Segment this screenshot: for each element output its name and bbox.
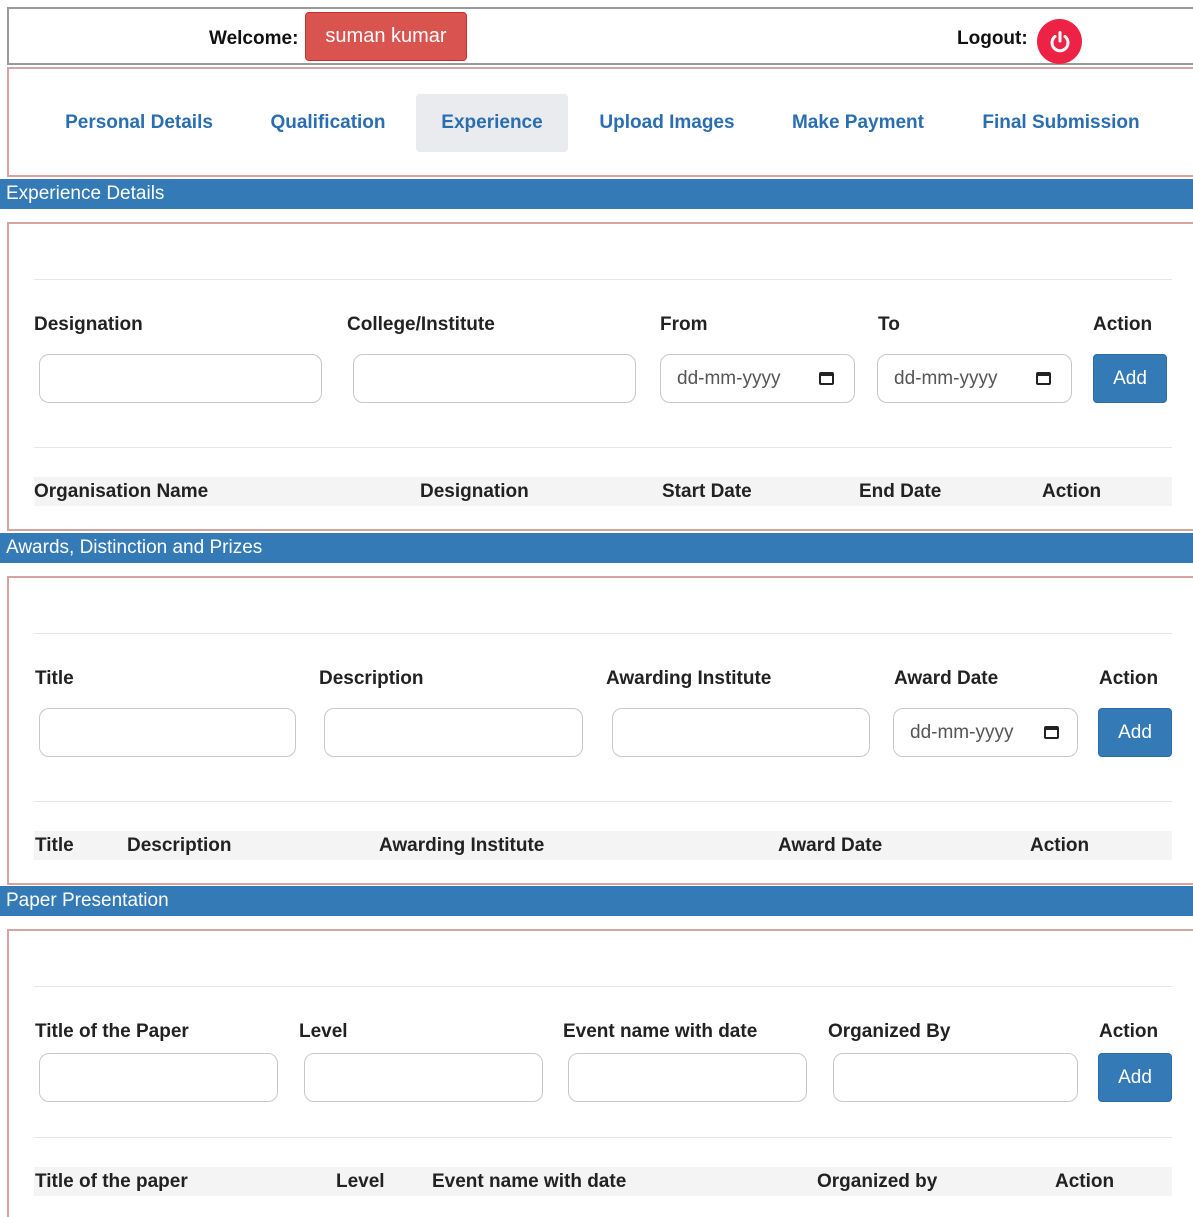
paper-title-label: Title of the Paper: [35, 1021, 189, 1042]
divider: [34, 801, 1172, 802]
award-date-label: Award Date: [894, 668, 999, 689]
to-label: To: [878, 314, 900, 335]
designation-input[interactable]: [39, 354, 322, 403]
action-label: Action: [1093, 314, 1153, 335]
col-action: Action: [1055, 1171, 1115, 1192]
col-title: Title: [35, 835, 74, 856]
papers-section-header: Paper Presentation: [0, 886, 1193, 916]
from-date-placeholder: dd-mm-yyyy: [677, 367, 781, 389]
add-paper-button[interactable]: Add: [1098, 1053, 1172, 1102]
tab-upload-images[interactable]: Upload Images: [579, 94, 755, 152]
col-event-name: Event name with date: [432, 1171, 627, 1192]
logout-button[interactable]: [1037, 19, 1082, 64]
awarding-institute-label: Awarding Institute: [606, 668, 772, 689]
action-label: Action: [1099, 668, 1159, 689]
logout-label: Logout:: [957, 28, 1028, 49]
designation-label: Designation: [34, 314, 143, 335]
to-date-input[interactable]: dd-mm-yyyy: [877, 354, 1072, 403]
paper-title-input[interactable]: [39, 1053, 278, 1102]
col-paper-title: Title of the paper: [35, 1171, 188, 1192]
awards-section-header: Awards, Distinction and Prizes: [0, 533, 1193, 563]
level-label: Level: [299, 1021, 348, 1042]
calendar-icon[interactable]: [1036, 372, 1051, 385]
calendar-icon[interactable]: [1044, 726, 1059, 739]
tab-personal-details[interactable]: Personal Details: [47, 94, 231, 152]
divider: [34, 1137, 1172, 1138]
col-organized-by: Organized by: [817, 1171, 938, 1192]
experience-table-header: Organisation Name Designation Start Date…: [34, 477, 1172, 506]
tab-make-payment[interactable]: Make Payment: [772, 94, 944, 152]
divider: [34, 447, 1172, 448]
col-designation: Designation: [420, 481, 529, 502]
experience-section-header: Experience Details: [0, 179, 1193, 209]
event-name-input[interactable]: [568, 1053, 807, 1102]
experience-panel: Designation College/Institute From To Ac…: [7, 222, 1193, 531]
divider: [34, 633, 1172, 634]
award-date-placeholder: dd-mm-yyyy: [910, 721, 1014, 743]
awarding-institute-input[interactable]: [612, 708, 870, 757]
organized-by-label: Organized By: [828, 1021, 951, 1042]
title-input[interactable]: [39, 708, 296, 757]
tab-experience[interactable]: Experience: [416, 94, 568, 152]
college-label: College/Institute: [347, 314, 495, 335]
event-name-label: Event name with date: [563, 1021, 758, 1042]
col-action: Action: [1042, 481, 1102, 502]
title-label: Title: [35, 668, 74, 689]
tab-bar: Personal Details Qualification Experienc…: [7, 67, 1193, 177]
user-name-button[interactable]: suman kumar: [305, 12, 467, 61]
description-label: Description: [319, 668, 424, 689]
action-label: Action: [1099, 1021, 1159, 1042]
col-start-date: Start Date: [662, 481, 752, 502]
col-action: Action: [1030, 835, 1090, 856]
awards-panel: Title Description Awarding Institute Awa…: [7, 576, 1193, 885]
award-date-input[interactable]: dd-mm-yyyy: [893, 708, 1078, 757]
add-award-button[interactable]: Add: [1098, 708, 1172, 757]
papers-table-header: Title of the paper Level Event name with…: [34, 1167, 1172, 1196]
welcome-label: Welcome:: [209, 28, 299, 49]
col-organisation-name: Organisation Name: [34, 481, 209, 502]
calendar-icon[interactable]: [819, 372, 834, 385]
awards-table-header: Title Description Awarding Institute Awa…: [34, 831, 1172, 860]
col-end-date: End Date: [859, 481, 942, 502]
college-input[interactable]: [353, 354, 636, 403]
from-label: From: [660, 314, 708, 335]
power-icon: [1050, 30, 1069, 52]
col-award-date: Award Date: [778, 835, 883, 856]
level-input[interactable]: [304, 1053, 543, 1102]
col-level: Level: [336, 1171, 385, 1192]
top-bar: Welcome: suman kumar Logout:: [7, 7, 1193, 65]
tab-qualification[interactable]: Qualification: [252, 94, 404, 152]
divider: [34, 986, 1172, 987]
from-date-input[interactable]: dd-mm-yyyy: [660, 354, 855, 403]
papers-panel: Title of the Paper Level Event name with…: [7, 929, 1193, 1217]
organized-by-input[interactable]: [833, 1053, 1078, 1102]
tab-final-submission[interactable]: Final Submission: [962, 94, 1160, 152]
col-description: Description: [127, 835, 232, 856]
divider: [34, 279, 1172, 280]
description-input[interactable]: [324, 708, 583, 757]
add-experience-button[interactable]: Add: [1093, 354, 1167, 403]
to-date-placeholder: dd-mm-yyyy: [894, 367, 998, 389]
col-awarding-institute: Awarding Institute: [379, 835, 545, 856]
